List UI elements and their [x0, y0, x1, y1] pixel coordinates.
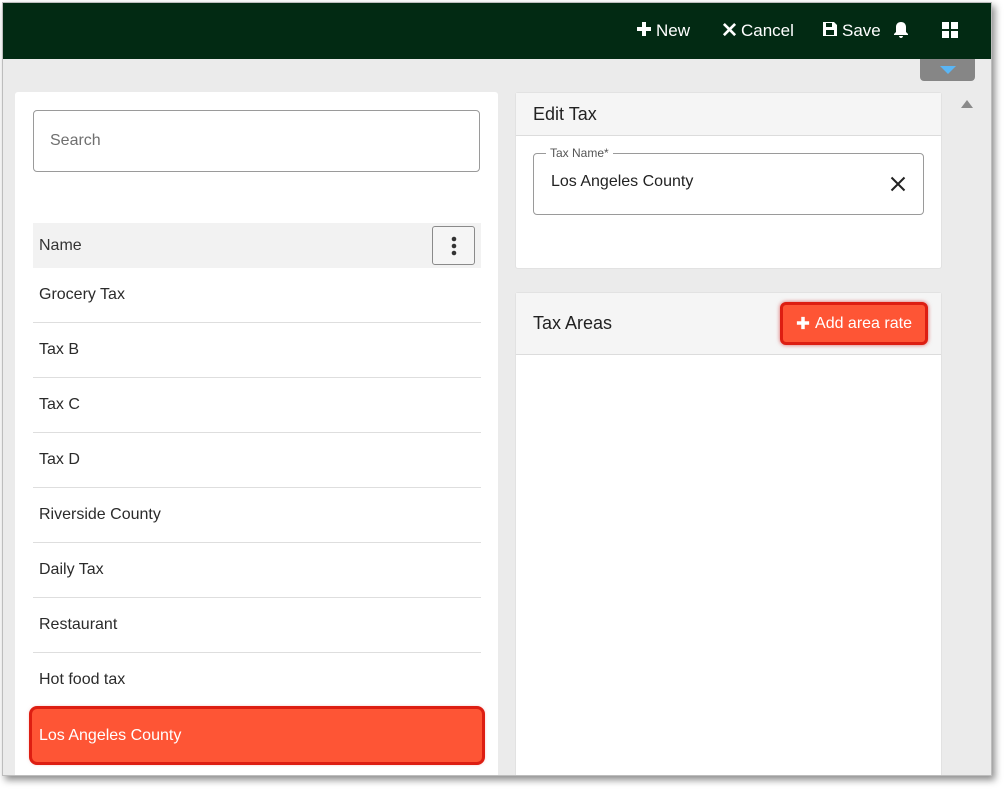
list-item-selected[interactable]: Los Angeles County — [29, 706, 485, 765]
new-button-label: New — [656, 21, 691, 40]
clear-field-button[interactable] — [887, 173, 909, 195]
name-column-header[interactable]: Name — [39, 237, 82, 255]
app-window: New Cancel Save Name — [2, 2, 992, 776]
list-item[interactable]: Hot food tax — [33, 653, 481, 708]
save-button-label: Save — [842, 21, 881, 40]
list-item[interactable]: Tax D — [33, 433, 481, 488]
add-area-rate-label: Add area rate — [815, 314, 912, 332]
caret-down-icon — [939, 66, 956, 74]
plus-icon — [796, 314, 810, 334]
cancel-button-label: Cancel — [741, 21, 794, 40]
cancel-button[interactable]: Cancel — [722, 19, 794, 43]
kebab-menu-icon — [451, 236, 456, 255]
search-input[interactable] — [33, 110, 480, 172]
column-options-button[interactable] — [432, 226, 475, 265]
list-item[interactable]: Tax B — [33, 323, 481, 378]
x-icon — [722, 21, 737, 41]
top-toolbar: New Cancel Save — [3, 3, 991, 59]
grid-icon[interactable] — [939, 19, 961, 41]
tax-name-label: Tax Name* — [546, 146, 613, 160]
list-item[interactable]: Tax C — [33, 378, 481, 433]
floppy-disk-icon — [822, 21, 838, 41]
bell-icon[interactable] — [890, 19, 912, 41]
plus-icon — [636, 21, 652, 41]
tax-name-field[interactable]: Tax Name* Los Angeles County — [533, 146, 924, 215]
list-item[interactable]: Riverside County — [33, 488, 481, 543]
tax-areas-card: Tax Areas Add area rate — [515, 292, 942, 775]
collapse-toggle[interactable] — [920, 59, 975, 81]
new-button[interactable]: New — [636, 19, 690, 43]
list-item[interactable]: Grocery Tax — [33, 268, 481, 323]
tax-areas-header: Tax Areas Add area rate — [516, 293, 941, 355]
tax-areas-title: Tax Areas — [533, 313, 613, 333]
scroll-up-arrow-icon[interactable] — [960, 98, 974, 110]
list-item[interactable]: Restaurant — [33, 598, 481, 653]
tax-list-panel: Name Grocery Tax Tax B Tax C Tax D River… — [15, 92, 498, 775]
close-icon — [890, 176, 906, 192]
edit-tax-title: Edit Tax — [516, 93, 941, 136]
save-button[interactable]: Save — [822, 19, 881, 43]
scrollbar[interactable] — [958, 92, 976, 775]
edit-tax-card: Edit Tax Tax Name* Los Angeles County — [515, 92, 942, 269]
add-area-rate-button[interactable]: Add area rate — [780, 302, 928, 345]
list-header: Name — [33, 223, 481, 268]
list-item[interactable]: Daily Tax — [33, 543, 481, 598]
tax-list: Grocery Tax Tax B Tax C Tax D Riverside … — [29, 268, 485, 765]
tax-name-value[interactable]: Los Angeles County — [551, 173, 693, 191]
